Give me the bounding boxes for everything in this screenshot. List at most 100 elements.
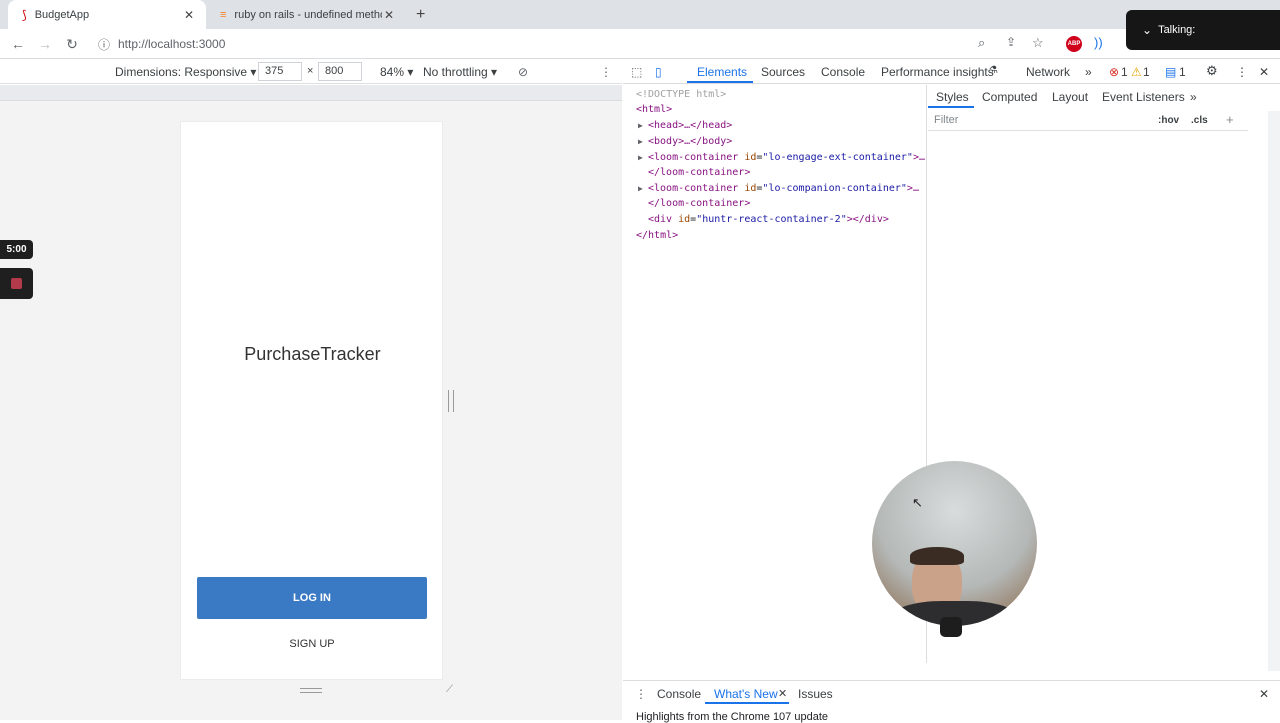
stop-recording-button[interactable] (0, 268, 33, 299)
share-icon[interactable]: ⇪ (1006, 35, 1016, 49)
mouse-cursor-icon: ↖ (912, 495, 923, 510)
talking-indicator[interactable]: ⌄ Talking: (1126, 10, 1280, 50)
device-toolbar: Dimensions: Responsive ▾ 375 × 800 84% ▾… (0, 60, 622, 84)
tab-computed[interactable]: Computed (982, 90, 1037, 104)
expand-triangle-icon[interactable]: ▶ (638, 153, 648, 162)
tab-console[interactable]: Console (821, 65, 865, 79)
tab-sources[interactable]: Sources (761, 65, 805, 79)
resize-handle-right[interactable] (448, 390, 454, 412)
html-node[interactable]: <html> (636, 104, 672, 115)
loom-container-node[interactable]: ▶ <loom-container id="lo-engage-ext-conta… (638, 152, 925, 163)
tab-event-listeners[interactable]: Event Listeners (1102, 90, 1185, 104)
drawer-tab-issues[interactable]: Issues (798, 687, 833, 701)
settings-gear-icon[interactable]: ⚙ (1206, 63, 1218, 79)
loom-container-close[interactable]: </loom-container> (648, 198, 750, 209)
throttling-select[interactable]: No throttling ▾ (423, 65, 497, 79)
dimensions-label: Dimensions: Responsive (115, 65, 248, 79)
body-text: <body>…</body> (648, 136, 733, 147)
expand-triangle-icon[interactable]: ▶ (638, 121, 648, 130)
resize-corner-icon[interactable]: ⟋ (446, 684, 453, 695)
warning-icon[interactable]: ⚠ (1131, 65, 1142, 79)
head-text: <head>…</head> (648, 120, 733, 131)
message-icon[interactable]: ▤ (1165, 65, 1176, 79)
drawer-menu-icon[interactable]: ⋮ (635, 687, 647, 701)
tab-budgetapp[interactable]: ⟆ BudgetApp ✕ (8, 0, 206, 29)
expand-triangle-icon[interactable]: ▶ (638, 137, 648, 146)
width-input[interactable]: 375 (258, 62, 302, 81)
address-bar[interactable]: ⓘ http://localhost:3000 ⌕ ⇪ ☆ (92, 33, 1122, 55)
extension-icon[interactable]: )) (1094, 35, 1103, 50)
more-tabs-icon[interactable]: » (1085, 65, 1092, 79)
browser-toolbar: ← → ↻ ⓘ http://localhost:3000 ⌕ ⇪ ☆ ABP … (0, 29, 1280, 59)
close-icon[interactable]: ✕ (382, 8, 396, 22)
login-button[interactable]: LOG IN (197, 577, 427, 619)
tab-stackoverflow[interactable]: ≡ ruby on rails - undefined metho ✕ (206, 0, 406, 29)
drawer-tab-whats-new[interactable]: What's New (714, 687, 778, 701)
close-drawer-icon[interactable]: ✕ (1259, 687, 1269, 701)
reload-icon[interactable]: ↻ (62, 34, 82, 54)
drawer-tab-console[interactable]: Console (657, 687, 701, 701)
close-devtools-icon[interactable]: ✕ (1259, 65, 1269, 79)
div-node[interactable]: <div id="huntr-react-container-2"></div> (648, 214, 889, 225)
scrollbar[interactable] (1268, 111, 1280, 671)
dimensions-select[interactable]: Dimensions: Responsive ▾ (115, 65, 256, 79)
warning-count: 1 (1143, 65, 1150, 79)
more-options-icon[interactable]: ⋮ (1236, 65, 1248, 79)
adblock-icon[interactable]: ABP (1066, 36, 1082, 52)
rails-icon: ⟆ (22, 7, 27, 22)
new-rule-icon[interactable]: + (1226, 112, 1234, 127)
stop-icon (11, 278, 22, 289)
talking-label: Talking: (1158, 24, 1196, 36)
signup-link[interactable]: SIGN UP (197, 634, 427, 654)
more-options-icon[interactable]: ⋮ (600, 65, 612, 79)
tag-text: <loom-container (648, 152, 739, 163)
close-icon[interactable]: ✕ (778, 687, 787, 700)
chevron-down-icon: ⌄ (1142, 23, 1153, 37)
url-text: http://localhost:3000 (118, 37, 226, 51)
hov-toggle[interactable]: :hov (1158, 115, 1179, 126)
throttling-label: No throttling (423, 65, 488, 79)
tab-network[interactable]: Network (1026, 65, 1070, 79)
back-icon[interactable]: ← (8, 34, 28, 54)
head-node[interactable]: ▶ <head>…</head> (638, 120, 732, 131)
media-query-ruler (0, 85, 622, 101)
tab-performance-insights[interactable]: Performance insights (881, 65, 994, 79)
webcam-bubble[interactable] (872, 461, 1037, 626)
doctype-node[interactable]: <!DOCTYPE html> (636, 89, 726, 100)
zoom-icon[interactable]: ⌕ (978, 35, 985, 51)
active-tab-indicator (687, 81, 753, 83)
error-count: 1 (1121, 65, 1128, 79)
attr-name: id (678, 214, 691, 225)
loom-container-node[interactable]: ▶ <loom-container id="lo-companion-contai… (638, 183, 919, 194)
attr-name: id (744, 183, 757, 194)
error-icon[interactable]: ⊗ (1109, 65, 1119, 79)
cls-toggle[interactable]: .cls (1191, 115, 1208, 126)
more-tabs-icon[interactable]: » (1190, 90, 1197, 104)
expand-triangle-icon[interactable]: ▶ (638, 184, 648, 193)
tag-text: >… (906, 183, 919, 194)
tab-styles[interactable]: Styles (936, 90, 969, 104)
zoom-label: 84% (380, 65, 405, 79)
new-tab-icon[interactable]: + (416, 6, 425, 24)
tab-title: BudgetApp (34, 8, 90, 21)
tab-elements[interactable]: Elements (697, 65, 747, 79)
inspect-icon[interactable]: ⬚ (631, 65, 642, 79)
loom-container-close[interactable]: </loom-container> (648, 167, 750, 178)
tag-text: ></div> (846, 214, 889, 225)
height-input[interactable]: 800 (318, 62, 362, 81)
rotate-icon[interactable]: ⊘ (518, 65, 528, 79)
html-close-node[interactable]: </html> (636, 230, 678, 241)
active-tab-indicator (928, 106, 974, 108)
tab-layout[interactable]: Layout (1052, 90, 1088, 104)
zoom-select[interactable]: 84% ▾ (380, 65, 413, 79)
bookmark-star-icon[interactable]: ☆ (1032, 35, 1044, 51)
close-icon[interactable]: ✕ (182, 8, 196, 22)
webcam-controls[interactable] (940, 617, 962, 637)
device-toggle-icon[interactable]: ▯ (655, 65, 662, 79)
times-sign: × (307, 65, 314, 77)
forward-icon[interactable]: → (35, 34, 55, 54)
brand-title: PurchaseTracker (244, 344, 381, 364)
body-node[interactable]: ▶ <body>…</body> (638, 136, 732, 147)
resize-handle-bottom[interactable] (300, 688, 322, 693)
browser-tab-strip: ⟆ BudgetApp ✕ ≡ ruby on rails - undefine… (0, 0, 1280, 29)
